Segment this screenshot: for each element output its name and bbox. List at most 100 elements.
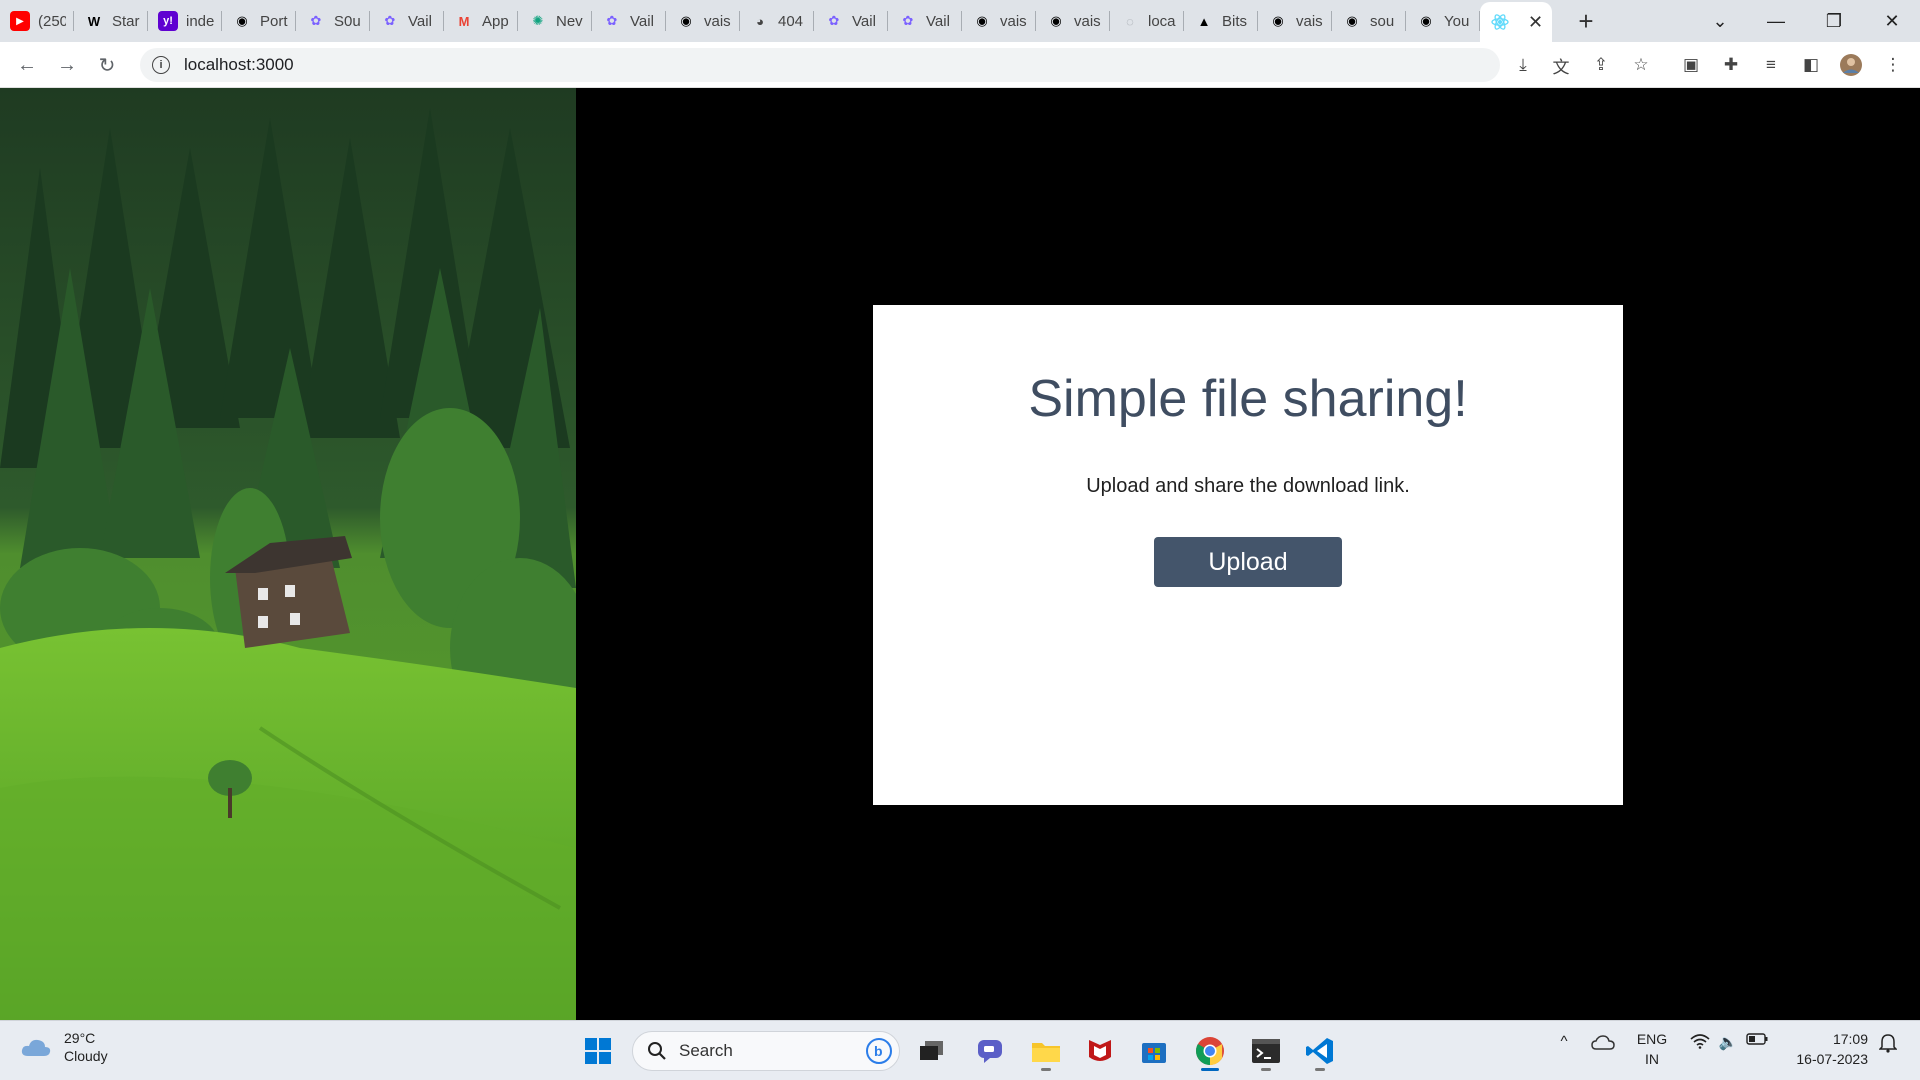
weather-temp: 29°C (64, 1030, 96, 1046)
terminal-icon[interactable] (1248, 1033, 1284, 1071)
show-hidden-icons[interactable]: ^ (1552, 1033, 1576, 1050)
extensions-puzzle-icon[interactable]: ✚ (1718, 52, 1744, 78)
reading-list-icon[interactable]: ≡ (1758, 52, 1784, 78)
tab-16[interactable]: ▲ Bits (1184, 0, 1258, 42)
close-window-icon[interactable]: ✕ (1864, 0, 1920, 42)
chatgpt-icon: ✺ (532, 13, 544, 28)
tab-label: inde (186, 12, 214, 30)
system-clock[interactable]: 17:09 16-07-2023 (1780, 1029, 1868, 1069)
vscode-icon[interactable] (1302, 1033, 1338, 1071)
microsoft-store-icon[interactable] (1136, 1033, 1172, 1069)
extension-icon[interactable]: ▣ (1678, 52, 1704, 78)
tab-label: (250 (38, 12, 66, 30)
forest-background-image (0, 88, 576, 1020)
lang-region: IN (1645, 1051, 1659, 1067)
windows-start-icon[interactable] (580, 1033, 616, 1069)
restore-icon[interactable]: ❐ (1806, 0, 1862, 42)
file-sharing-card: Simple file sharing! Upload and share th… (873, 305, 1623, 805)
tab-19[interactable]: ◉ You (1406, 0, 1480, 42)
tab-label: Vail (852, 12, 876, 30)
url-text[interactable]: localhost:3000 (184, 55, 294, 75)
file-explorer-icon[interactable] (1028, 1033, 1064, 1071)
share-icon[interactable]: ⇪ (1588, 52, 1614, 78)
reload-button[interactable]: ↻ (92, 50, 122, 80)
github-icon: ◉ (680, 13, 692, 28)
tab-6[interactable]: M App (444, 0, 518, 42)
tab-search-icon[interactable]: ⌄ (1692, 0, 1748, 42)
notification-bell-icon[interactable] (1876, 1033, 1900, 1053)
wifi-icon[interactable] (1688, 1033, 1712, 1049)
tab-17[interactable]: ◉ vais (1258, 0, 1332, 42)
tab-1[interactable]: W Star (74, 0, 148, 42)
tab-3[interactable]: ◉ Port (222, 0, 296, 42)
minimize-icon[interactable]: — (1748, 0, 1804, 42)
page-subtitle: Upload and share the download link. (1086, 475, 1410, 497)
menu-kebab-icon[interactable]: ⋮ (1880, 52, 1906, 78)
vaibhav-icon: ✿ (606, 13, 618, 28)
tab-active[interactable]: ✕ (1480, 2, 1552, 42)
task-view-icon[interactable] (914, 1033, 950, 1069)
tab-18[interactable]: ◉ sou (1332, 0, 1406, 42)
tab-2[interactable]: y! inde (148, 0, 222, 42)
tab-15[interactable]: ◌ loca (1110, 0, 1184, 42)
tab-0[interactable]: ▶ (250 (0, 0, 74, 42)
teams-chat-icon[interactable] (972, 1033, 1008, 1069)
tab-7[interactable]: ✺ Nev (518, 0, 592, 42)
bookmark-star-icon[interactable]: ☆ (1628, 52, 1654, 78)
new-tab-button[interactable]: + (1566, 0, 1606, 42)
address-bar[interactable]: i localhost:3000 (140, 48, 1500, 82)
side-panel-icon[interactable]: ◧ (1798, 52, 1824, 78)
upload-button[interactable]: Upload (1154, 537, 1342, 587)
weather-desc: Cloudy (64, 1048, 108, 1064)
browser-toolbar: ← → ↻ i localhost:3000 ⤓ 文 ⇪ ☆ ▣ ✚ ≡ ◧ ⋮ (0, 42, 1920, 88)
taskbar-search-input[interactable]: Search b (632, 1031, 900, 1071)
youtube-icon: ▶ (10, 11, 30, 31)
volume-icon[interactable]: 🔈 (1716, 1033, 1740, 1051)
tab-12[interactable]: ✿ Vail (888, 0, 962, 42)
close-tab-icon[interactable]: ✕ (1528, 12, 1543, 33)
tab-label: sou (1370, 12, 1395, 30)
svg-text:b: b (874, 1043, 883, 1059)
avatar[interactable] (1838, 52, 1864, 78)
tab-4[interactable]: ✿ S0u (296, 0, 370, 42)
tab-8[interactable]: ✿ Vail (592, 0, 666, 42)
tab-11[interactable]: ✿ Vail (814, 0, 888, 42)
tab-13[interactable]: ◉ vais (962, 0, 1036, 42)
site-info-icon[interactable]: i (152, 56, 170, 74)
cloud-icon (21, 1039, 51, 1056)
active-indicator (1201, 1068, 1219, 1071)
tab-label: Port (260, 12, 288, 30)
translate-icon[interactable]: 文 (1548, 52, 1574, 78)
battery-icon[interactable] (1744, 1033, 1770, 1045)
gmail-icon: M (458, 13, 470, 29)
language-indicator[interactable]: ENG IN (1630, 1029, 1674, 1069)
weather-widget[interactable]: 29°C Cloudy (20, 1029, 108, 1065)
mcafee-icon[interactable] (1082, 1033, 1118, 1069)
search-icon (648, 1042, 666, 1060)
github-icon: ◉ (1346, 13, 1358, 28)
running-indicator (1261, 1068, 1271, 1071)
tab-10[interactable]: ◕ 404 (740, 0, 814, 42)
wikipedia-icon: W (87, 13, 101, 29)
tab-label: Bits (1222, 12, 1248, 30)
tab-14[interactable]: ◉ vais (1036, 0, 1110, 42)
tab-label: You (1444, 12, 1470, 30)
github-icon: ◉ (1420, 13, 1432, 28)
loading-icon: ◌ (1126, 13, 1134, 29)
clock-date: 16-07-2023 (1796, 1051, 1868, 1067)
yahoo-icon: y! (158, 11, 178, 31)
tab-label: vais (1296, 12, 1323, 30)
globe-icon: ◕ (756, 13, 764, 29)
tab-9[interactable]: ◉ vais (666, 0, 740, 42)
forward-button[interactable]: → (52, 50, 82, 80)
onedrive-icon[interactable] (1588, 1033, 1618, 1051)
tab-label: 404 (778, 12, 804, 30)
tab-label: Vail (630, 12, 654, 30)
install-app-icon[interactable]: ⤓ (1510, 52, 1536, 78)
chrome-icon[interactable] (1192, 1033, 1228, 1071)
back-button[interactable]: ← (12, 50, 42, 80)
bing-icon[interactable]: b (865, 1037, 893, 1065)
tab-5[interactable]: ✿ Vail (370, 0, 444, 42)
github-icon: ◉ (976, 13, 988, 28)
tab-label: vais (1000, 12, 1027, 30)
